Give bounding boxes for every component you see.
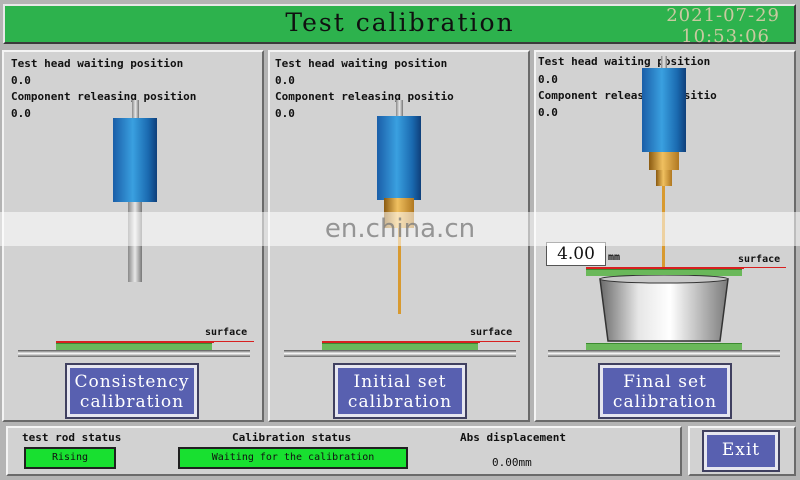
calibration-status-label: Calibration status (232, 431, 352, 444)
abs-displacement-value: 0.00mm (492, 456, 532, 469)
waiting-position-label: Test head waiting position (538, 55, 711, 68)
base-plate (18, 350, 250, 357)
test-rod-body (377, 116, 421, 200)
waiting-position-label: Test head waiting position (275, 57, 448, 70)
surface-marker (480, 341, 520, 342)
button-line: Consistency (74, 372, 190, 392)
button-line: calibration (347, 392, 453, 412)
test-rod-body (642, 68, 686, 152)
brass-nozzle (656, 170, 672, 186)
waiting-position-value: 0.0 (538, 73, 558, 86)
surface-label: surface (738, 254, 781, 265)
releasing-position-value: 0.0 (11, 107, 31, 120)
time-display: 10:53:06 (681, 26, 770, 47)
waiting-position-value: 0.0 (11, 74, 31, 87)
brass-fitting (649, 152, 679, 170)
releasing-position-value: 0.0 (275, 107, 295, 120)
releasing-position-label: Component releasing position (11, 90, 197, 103)
surface-label: surface (205, 327, 248, 338)
date-display: 2021-07-29 (666, 5, 780, 26)
rod-top-shaft (132, 100, 139, 120)
consistency-calibration-button[interactable]: Consistency calibration (65, 363, 199, 419)
rod-status-label: test rod status (22, 431, 122, 444)
releasing-position-label: Component releasing positio (538, 89, 717, 102)
surface-label: surface (470, 327, 513, 338)
button-line: calibration (612, 392, 718, 412)
abs-displacement-label: Abs displacement (460, 431, 566, 444)
waiting-position-value: 0.0 (275, 74, 295, 87)
displacement-unit: mm (608, 252, 621, 263)
base-plate (284, 350, 516, 357)
test-component-cup (599, 275, 729, 342)
surface-marker (744, 267, 786, 268)
releasing-position-label: Component releasing positio (275, 90, 454, 103)
base-plate (548, 350, 780, 357)
component-plate (322, 343, 478, 350)
rod-status-indicator: Rising (24, 447, 116, 469)
final-set-calibration-button[interactable]: Final set calibration (598, 363, 732, 419)
component-plate (56, 343, 212, 350)
calibration-status-indicator: Waiting for the calibration (178, 447, 408, 469)
releasing-position-value: 0.0 (538, 106, 558, 119)
header: Test calibration 2021-07-29 10:53:06 (0, 0, 800, 48)
surface-marker (214, 341, 254, 342)
button-line: Initial set (353, 372, 447, 392)
exit-button[interactable]: Exit (702, 430, 780, 472)
test-rod-body (113, 118, 157, 202)
lower-plate (586, 343, 742, 350)
initial-set-calibration-button[interactable]: Initial set calibration (333, 363, 467, 419)
watermark-text: en.china.cn (324, 214, 476, 244)
button-line: Final set (623, 372, 707, 392)
button-line: calibration (79, 392, 185, 412)
waiting-position-label: Test head waiting position (11, 57, 184, 70)
